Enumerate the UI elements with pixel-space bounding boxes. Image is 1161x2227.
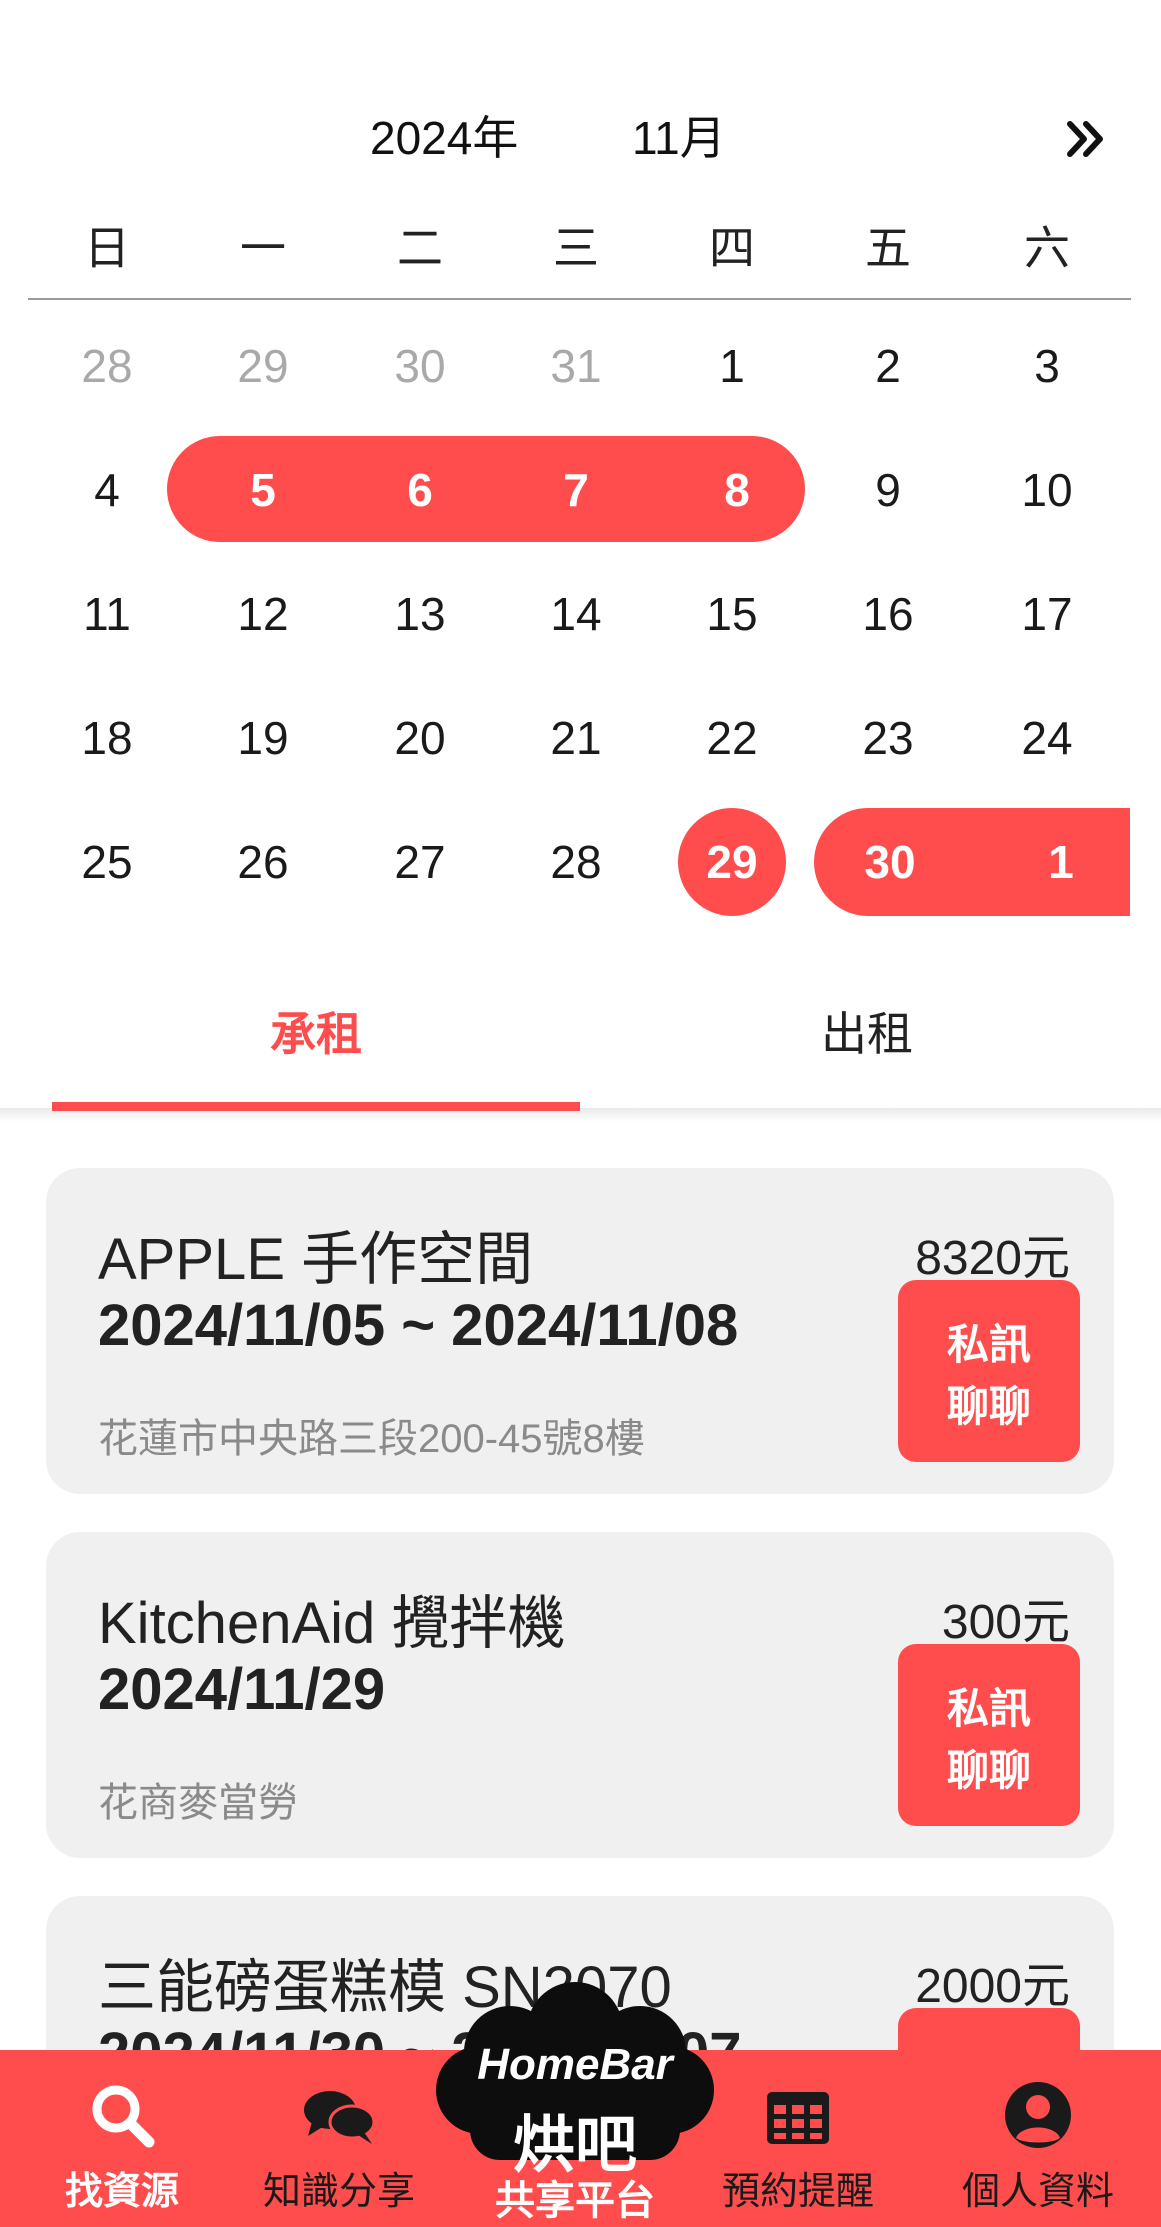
calendar-day[interactable]: 16 xyxy=(828,584,948,644)
calendar-day[interactable]: 1 xyxy=(672,336,792,396)
booking-dates: 2024/11/05 ~ 2024/11/08 xyxy=(98,1293,739,1358)
booking-price: 2000元 xyxy=(915,1960,1070,2013)
calendar-header: 2024年 11月 xyxy=(0,96,1161,166)
booking-price: 8320元 xyxy=(915,1232,1070,1285)
booking-address: 花商麥當勞 xyxy=(98,1781,298,1825)
calendar-day[interactable]: 29 xyxy=(203,336,323,396)
nav-item-booking-reminder[interactable]: 預約提醒 xyxy=(698,2050,898,2227)
homebar-logo-button[interactable]: HomeBar 烘吧 xyxy=(430,1980,720,2180)
calendar-day[interactable]: 22 xyxy=(672,708,792,768)
calendar-day-selected[interactable]: 8 xyxy=(677,460,797,520)
nav-label: 知識分享 xyxy=(262,2171,415,2213)
nav-item-knowledge-share[interactable]: 知識分享 xyxy=(239,2050,439,2227)
chat-button-label: 私訊 xyxy=(946,1321,1031,1368)
nav-label-sharing-platform[interactable]: 共享平台 xyxy=(450,2168,700,2226)
brand-name-en: HomeBar xyxy=(477,2040,673,2089)
calendar-day-selected[interactable]: 30 xyxy=(830,832,950,892)
nav-label: 個人資料 xyxy=(961,2171,1114,2213)
private-message-button[interactable]: 私訊 聊聊 xyxy=(898,1280,1080,1462)
double-chevron-right-icon[interactable] xyxy=(1062,114,1112,164)
calendar-day[interactable]: 28 xyxy=(516,832,636,892)
tab-renting-in[interactable]: 承租 xyxy=(166,998,466,1064)
calendar-day[interactable]: 27 xyxy=(360,832,480,892)
private-message-button[interactable]: 私訊 聊聊 xyxy=(898,1644,1080,1826)
calendar-day[interactable]: 17 xyxy=(987,584,1107,644)
nav-label: 找資源 xyxy=(64,2171,179,2213)
calendar-grid-icon xyxy=(765,2090,831,2151)
calendar-day-selected[interactable]: 1 xyxy=(1001,832,1121,892)
booking-title: KitchenAid 攪拌機 xyxy=(98,1591,566,1656)
calendar-day[interactable]: 31 xyxy=(516,336,636,396)
calendar-day[interactable]: 19 xyxy=(203,708,323,768)
weekday-label: 三 xyxy=(553,222,599,274)
calendar-day[interactable]: 26 xyxy=(203,832,323,892)
calendar-day[interactable]: 18 xyxy=(47,708,167,768)
calendar-day[interactable]: 14 xyxy=(516,584,636,644)
calendar-day[interactable]: 20 xyxy=(360,708,480,768)
calendar-day[interactable]: 9 xyxy=(828,460,948,520)
chat-button-label: 聊聊 xyxy=(946,1747,1031,1794)
booking-dates: 2024/11/29 xyxy=(98,1657,386,1722)
calendar-day[interactable]: 10 xyxy=(987,460,1107,520)
chat-button-label: 聊聊 xyxy=(946,1383,1031,1430)
year-label: 2024年 xyxy=(370,112,519,164)
booking-address: 花蓮市中央路三段200-45號8樓 xyxy=(98,1417,645,1461)
calendar-day[interactable]: 13 xyxy=(360,584,480,644)
calendar-day-selected[interactable]: 7 xyxy=(516,460,636,520)
calendar-day[interactable]: 21 xyxy=(516,708,636,768)
weekday-label: 五 xyxy=(865,222,911,274)
calendar-day-selected[interactable]: 29 xyxy=(672,832,792,892)
calendar-day-selected[interactable]: 5 xyxy=(203,460,323,520)
calendar-day[interactable]: 12 xyxy=(203,584,323,644)
month-label: 11月 xyxy=(632,112,726,164)
nav-item-find-resources[interactable]: 找資源 xyxy=(22,2050,222,2227)
nav-label: 預約提醒 xyxy=(721,2171,874,2213)
tab-renting-out[interactable]: 出租 xyxy=(717,998,1017,1064)
calendar-divider xyxy=(28,298,1131,300)
search-icon xyxy=(87,2080,157,2155)
calendar-day[interactable]: 23 xyxy=(828,708,948,768)
booking-card[interactable]: KitchenAid 攪拌機 2024/11/29 花商麥當勞 300元 私訊 … xyxy=(46,1532,1114,1858)
weekday-label: 日 xyxy=(84,222,130,274)
nav-item-profile[interactable]: 個人資料 xyxy=(938,2050,1138,2227)
calendar-day[interactable]: 25 xyxy=(47,832,167,892)
calendar-day[interactable]: 30 xyxy=(360,336,480,396)
calendar-day[interactable]: 15 xyxy=(672,584,792,644)
booking-title: APPLE 手作空間 xyxy=(98,1227,534,1292)
calendar-day-selected[interactable]: 6 xyxy=(360,460,480,520)
calendar-day[interactable]: 3 xyxy=(987,336,1107,396)
booking-card[interactable]: APPLE 手作空間 2024/11/05 ~ 2024/11/08 花蓮市中央… xyxy=(46,1168,1114,1494)
weekday-label: 一 xyxy=(240,222,286,274)
calendar-day[interactable]: 2 xyxy=(828,336,948,396)
calendar-day[interactable]: 4 xyxy=(47,460,167,520)
chat-bubbles-icon xyxy=(302,2088,376,2153)
user-icon xyxy=(1003,2080,1073,2155)
chat-button-label: 私訊 xyxy=(946,1685,1031,1732)
calendar-day[interactable]: 28 xyxy=(47,336,167,396)
active-tab-indicator xyxy=(52,1102,580,1111)
weekday-row: 日 一 二 三 四 五 六 xyxy=(0,212,1161,282)
booking-price: 300元 xyxy=(941,1596,1070,1649)
weekday-label: 六 xyxy=(1024,222,1070,274)
calendar-day[interactable]: 11 xyxy=(47,584,167,644)
weekday-label: 二 xyxy=(397,222,443,274)
weekday-label: 四 xyxy=(709,222,755,274)
calendar-day[interactable]: 24 xyxy=(987,708,1107,768)
